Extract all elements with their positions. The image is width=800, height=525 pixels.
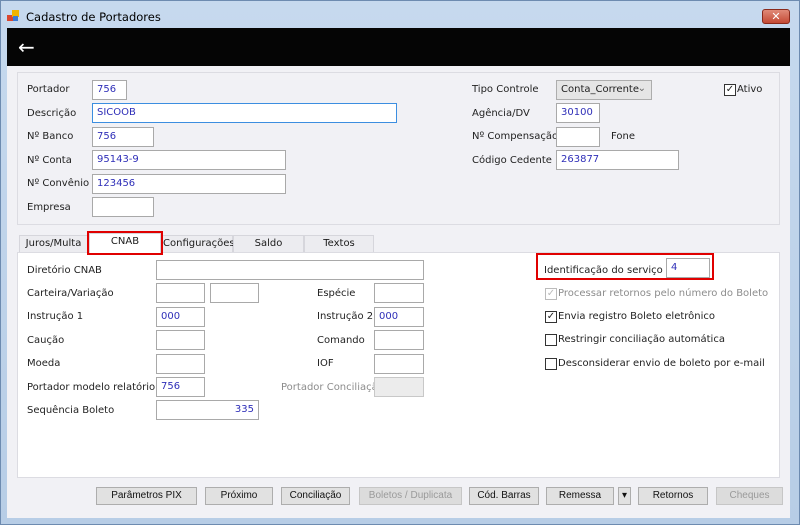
portador-modelo-label: Portador modelo relatório (27, 382, 156, 393)
cheques-button[interactable]: Cheques (716, 487, 783, 505)
restringir-conciliacao-checkbox[interactable] (545, 334, 557, 346)
conta-label: Nº Conta (27, 155, 72, 166)
comando-label: Comando (317, 335, 365, 346)
conciliacao-button[interactable]: Conciliação (281, 487, 350, 505)
comando-input[interactable] (374, 330, 424, 350)
fone-label: Fone (611, 131, 636, 142)
ident-servico-label: Identificação do serviço (544, 265, 663, 276)
tipo-controle-value: Conta_Corrente (561, 84, 639, 95)
remessa-dropdown-icon[interactable]: ▾ (618, 487, 631, 505)
sequencia-label: Sequência Boleto (27, 405, 115, 416)
caucao-input[interactable] (156, 330, 205, 350)
banco-input[interactable]: 756 (92, 127, 154, 147)
iof-input[interactable] (374, 354, 424, 374)
portador-conciliacao-label: Portador Conciliação (281, 382, 384, 393)
boletos-duplicata-button[interactable]: Boletos / Duplicata (359, 487, 462, 505)
agencia-input[interactable]: 30100 (556, 103, 600, 123)
back-arrow-icon[interactable]: ← (18, 36, 35, 58)
compensacao-input[interactable] (556, 127, 600, 147)
cedente-label: Código Cedente (472, 155, 552, 166)
moeda-label: Moeda (27, 358, 61, 369)
convenio-input[interactable]: 123456 (92, 174, 286, 194)
iof-label: IOF (317, 358, 334, 369)
desconsiderar-email-label: Desconsiderar envio de boleto por e-mail (558, 358, 765, 369)
envia-registro-checkbox[interactable]: ✓ (545, 311, 557, 323)
especie-label: Espécie (317, 288, 356, 299)
processar-retornos-checkbox: ✓ (545, 288, 557, 300)
portador-input[interactable]: 756 (92, 80, 127, 100)
diretorio-label: Diretório CNAB (27, 265, 102, 276)
descricao-input[interactable]: SICOOB (92, 103, 397, 123)
close-button[interactable]: ✕ (762, 9, 790, 24)
retornos-button[interactable]: Retornos (638, 487, 708, 505)
carteira-label: Carteira/Variação (27, 288, 114, 299)
moeda-input[interactable] (156, 354, 205, 374)
desconsiderar-email-checkbox[interactable] (545, 358, 557, 370)
carteira-input[interactable] (156, 283, 205, 303)
cedente-input[interactable]: 263877 (556, 150, 679, 170)
proximo-button[interactable]: Próximo (205, 487, 273, 505)
banco-label: Nº Banco (27, 131, 74, 142)
portador-label: Portador (27, 84, 70, 95)
variacao-input[interactable] (210, 283, 259, 303)
compensacao-label: Nº Compensação (472, 131, 559, 142)
ativo-label: Ativo (737, 84, 763, 95)
ativo-checkbox[interactable]: ✓ (724, 84, 736, 96)
caucao-label: Caução (27, 335, 65, 346)
header-bar (7, 28, 790, 66)
tipo-controle-label: Tipo Controle (472, 84, 539, 95)
instrucao1-input[interactable]: 000 (156, 307, 205, 327)
remessa-button[interactable]: Remessa (546, 487, 614, 505)
tipo-controle-select[interactable]: Conta_Corrente ⌄ (556, 80, 652, 100)
tab-textos[interactable]: Textos (304, 235, 374, 252)
window-title: Cadastro de Portadores (26, 10, 161, 24)
app-icon (7, 10, 19, 21)
ident-servico-input[interactable]: 4 (666, 258, 710, 278)
restringir-conciliacao-label: Restringir conciliação automática (558, 334, 725, 345)
tab-saldo[interactable]: Saldo (233, 235, 304, 252)
chevron-down-icon: ⌄ (637, 83, 646, 94)
tab-cnab[interactable]: CNAB (87, 231, 163, 255)
diretorio-input[interactable] (156, 260, 424, 280)
descricao-label: Descrição (27, 108, 77, 119)
instrucao1-label: Instrução 1 (27, 311, 84, 322)
envia-registro-label: Envia registro Boleto eletrônico (558, 311, 716, 322)
instrucao2-input[interactable]: 000 (374, 307, 424, 327)
empresa-label: Empresa (27, 202, 71, 213)
convenio-label: Nº Convênio (27, 178, 90, 189)
portador-conciliacao-input (374, 377, 424, 397)
tab-juros-multa[interactable]: Juros/Multa (19, 235, 88, 252)
sequencia-input[interactable]: 335 (156, 400, 259, 420)
portador-modelo-input[interactable]: 756 (156, 377, 205, 397)
especie-input[interactable] (374, 283, 424, 303)
agencia-label: Agência/DV (472, 108, 530, 119)
parametros-pix-button[interactable]: Parâmetros PIX (96, 487, 197, 505)
processar-retornos-label: Processar retornos pelo número do Boleto (558, 288, 769, 299)
instrucao2-label: Instrução 2 (317, 311, 374, 322)
cod-barras-button[interactable]: Cód. Barras (469, 487, 539, 505)
tab-configuracoes[interactable]: Configurações (162, 235, 235, 252)
empresa-input[interactable] (92, 197, 154, 217)
conta-input[interactable]: 95143-9 (92, 150, 286, 170)
